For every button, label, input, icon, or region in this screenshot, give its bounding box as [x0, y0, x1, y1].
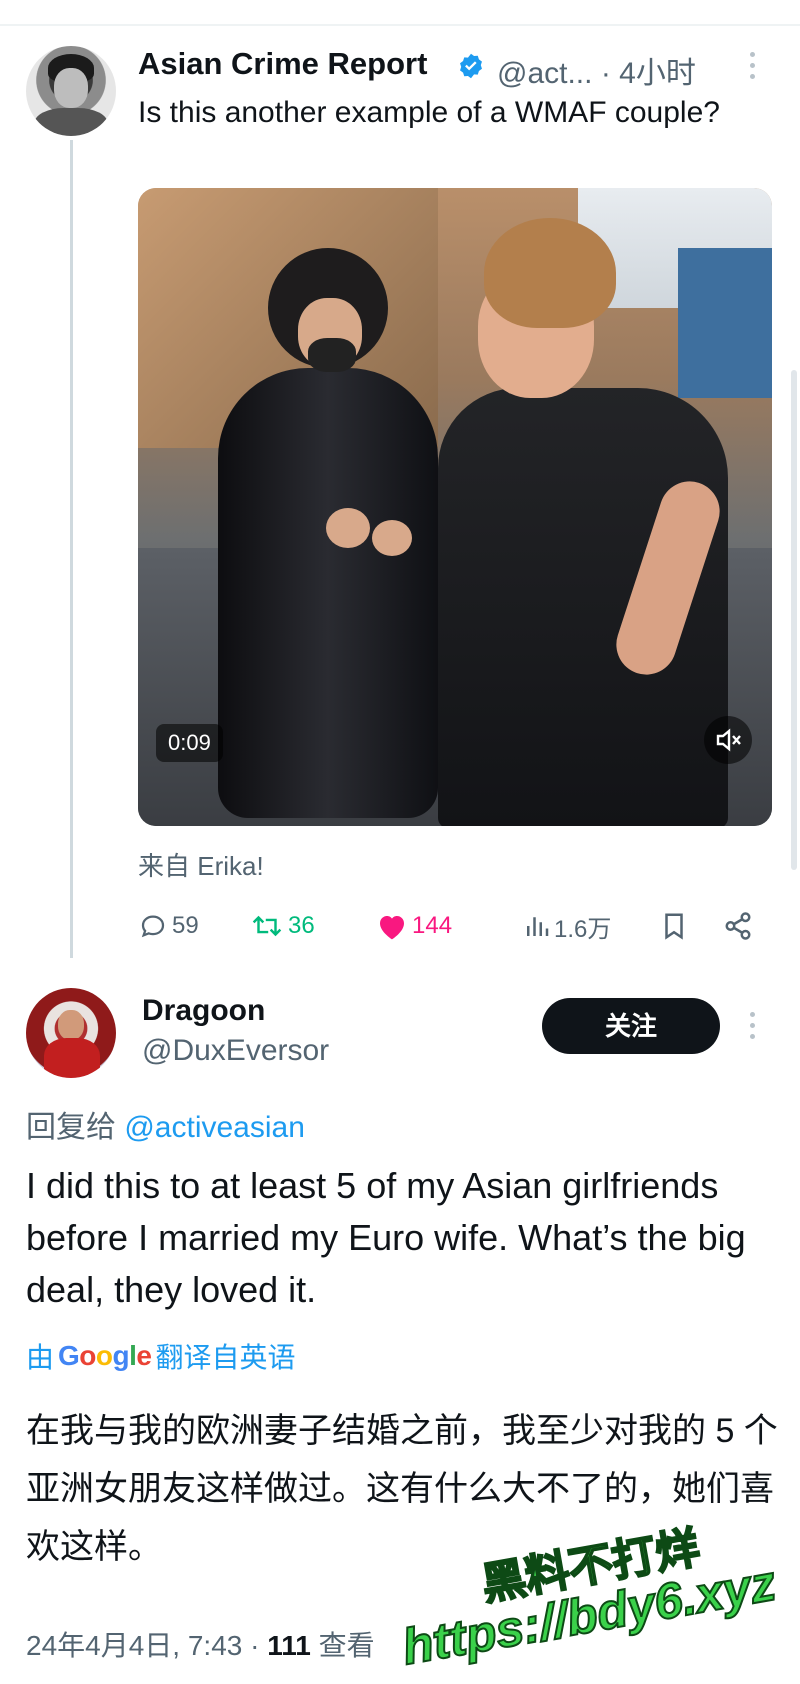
reply-count: 59	[172, 912, 199, 939]
translation-attribution[interactable]: 由 Google 翻译自英语	[26, 1336, 296, 1376]
like-count: 144	[412, 912, 453, 939]
mute-button[interactable]	[704, 716, 752, 764]
meta-views-count: 111	[267, 1630, 311, 1661]
main-tweet-text: Is this another example of a WMAF couple…	[138, 96, 720, 129]
avatar-body	[44, 1038, 100, 1078]
main-tweet-author-name[interactable]: Asian Crime Report	[138, 46, 427, 82]
views-button[interactable]: 1.6万	[524, 906, 611, 946]
share-button[interactable]	[722, 906, 758, 946]
avatar-asian-crime-report[interactable]	[26, 46, 116, 136]
tweet-source: 来自 Erika!	[138, 851, 264, 881]
reply-author-handle[interactable]: @DuxEversor	[142, 1034, 329, 1068]
replying-to: 回复给 @activeasian	[26, 1102, 305, 1146]
watermark: 黑料不打烊 https://bdy6.xyz	[397, 1522, 796, 1680]
retweet-button[interactable]: 36	[250, 906, 315, 946]
more-icon[interactable]	[750, 1012, 756, 1045]
avatar-face	[58, 1010, 84, 1040]
reply-author-name[interactable]: Dragoon	[142, 994, 265, 1028]
replying-to-label: 回复给	[26, 1111, 116, 1144]
replying-to-mention[interactable]: @activeasian	[124, 1111, 305, 1144]
reply-icon	[141, 915, 165, 938]
views-icon	[527, 917, 549, 936]
main-tweet-handle-time[interactable]: @act... · 4小时	[497, 48, 696, 92]
reply-text: I did this to at least 5 of my Asian gir…	[26, 1165, 746, 1310]
translate-suffix: 翻译自英语	[155, 1342, 296, 1373]
follow-button[interactable]: 关注	[542, 998, 720, 1054]
like-icon	[380, 916, 404, 940]
like-button[interactable]: 144	[376, 906, 452, 946]
reply-button[interactable]: 59	[138, 906, 199, 946]
more-icon[interactable]	[750, 52, 756, 85]
verified-badge-icon	[460, 53, 482, 79]
translate-prefix: 由	[26, 1342, 55, 1373]
bookmark-icon	[665, 913, 683, 940]
tweet-actions-bar: 59 36 144 1.6万	[138, 906, 758, 946]
video-duration-badge: 0:09	[156, 724, 223, 762]
video-player[interactable]: 0:09	[138, 188, 772, 826]
avatar-dragoon[interactable]	[26, 988, 116, 1078]
video-person-left	[208, 228, 448, 818]
top-divider	[0, 24, 800, 26]
meta-datetime: 24年4月4日, 7:43 ·	[26, 1630, 268, 1661]
google-logo: Google	[58, 1340, 152, 1371]
avatar-face	[54, 68, 88, 108]
meta-views-label: 查看	[310, 1630, 375, 1661]
avatar-body	[34, 108, 108, 136]
scrollbar[interactable]	[791, 370, 797, 870]
thread-connector-line	[70, 140, 73, 958]
tweet-meta: 24年4月4日, 7:43 · 111 查看	[26, 1624, 375, 1664]
retweet-count: 36	[288, 912, 315, 939]
share-icon	[725, 912, 751, 940]
bookmark-button[interactable]	[660, 906, 692, 946]
views-count: 1.6万	[554, 915, 612, 943]
mute-icon	[716, 728, 741, 752]
retweet-icon	[252, 915, 282, 937]
